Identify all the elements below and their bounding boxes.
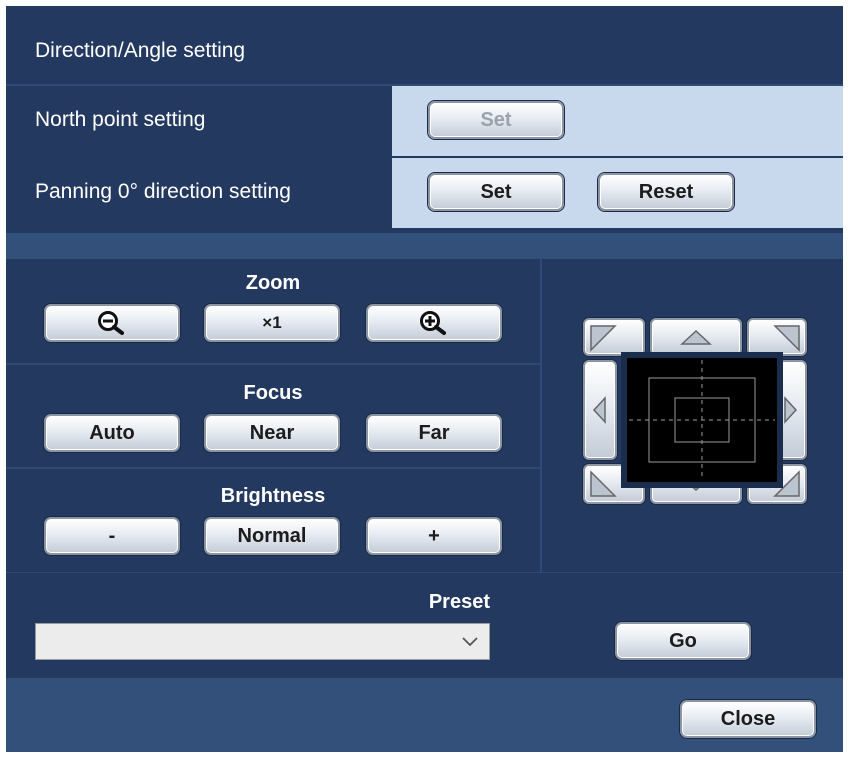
separator-band bbox=[6, 233, 843, 259]
brightness-label: Brightness bbox=[220, 485, 326, 507]
brightness-minus-button[interactable]: - bbox=[44, 517, 180, 555]
north-point-row-value: Set bbox=[392, 86, 843, 156]
north-point-set-button[interactable]: Set bbox=[428, 101, 564, 139]
brightness-plus-label: + bbox=[428, 524, 440, 547]
up-right-icon bbox=[773, 325, 800, 352]
preset-label: Preset bbox=[428, 591, 490, 613]
zoom-label: Zoom bbox=[245, 272, 301, 294]
focus-near-button[interactable]: Near bbox=[204, 414, 340, 452]
vertical-divider bbox=[540, 259, 542, 573]
panning-reset-label: Reset bbox=[638, 180, 694, 203]
zoom-in-button[interactable] bbox=[366, 304, 502, 342]
zoom-out-icon bbox=[98, 311, 124, 335]
panning-row-label: Panning 0° direction setting bbox=[6, 158, 390, 228]
left-icon bbox=[592, 396, 606, 424]
focus-brightness-divider bbox=[6, 467, 540, 469]
dialog-title: Direction/Angle setting bbox=[35, 39, 246, 62]
zoom-reset-button[interactable]: ×1 bbox=[204, 304, 340, 342]
preset-go-button[interactable]: Go bbox=[615, 622, 751, 660]
brightness-plus-button[interactable]: + bbox=[366, 517, 502, 555]
focus-far-label: Far bbox=[418, 421, 450, 444]
pan-left-button[interactable] bbox=[583, 360, 617, 460]
focus-near-label: Near bbox=[249, 421, 295, 444]
zoom-in-icon bbox=[420, 311, 446, 335]
pan-up-left-button[interactable] bbox=[583, 318, 645, 356]
panning-label: Panning 0° direction setting bbox=[35, 180, 291, 203]
brightness-minus-label: - bbox=[108, 524, 116, 547]
pan-tilt-touch-area[interactable] bbox=[621, 352, 783, 488]
panning-set-button[interactable]: Set bbox=[428, 173, 564, 211]
north-point-label: North point setting bbox=[35, 108, 206, 131]
zoom-reset-label: ×1 bbox=[262, 313, 282, 332]
chevron-down-icon bbox=[462, 637, 478, 647]
close-label: Close bbox=[720, 707, 776, 730]
pan-up-button[interactable] bbox=[650, 318, 742, 356]
zoom-out-button[interactable] bbox=[44, 304, 180, 342]
panning-row-value: Set Reset bbox=[392, 158, 843, 228]
pan-up-right-button[interactable] bbox=[747, 318, 807, 356]
close-button[interactable]: Close bbox=[680, 700, 816, 738]
preset-go-label: Go bbox=[669, 629, 697, 652]
dialog-title-bar: Direction/Angle setting bbox=[6, 6, 843, 86]
focus-auto-label: Auto bbox=[89, 421, 135, 444]
up-left-icon bbox=[590, 325, 617, 352]
north-point-row-label: North point setting bbox=[6, 86, 390, 156]
panning-set-label: Set bbox=[480, 180, 512, 203]
focus-auto-button[interactable]: Auto bbox=[44, 414, 180, 452]
focus-label: Focus bbox=[243, 382, 303, 404]
preset-select[interactable] bbox=[35, 623, 490, 660]
north-point-set-label: Set bbox=[480, 108, 512, 131]
brightness-normal-button[interactable]: Normal bbox=[204, 517, 340, 555]
brightness-normal-label: Normal bbox=[237, 524, 307, 547]
focus-far-button[interactable]: Far bbox=[366, 414, 502, 452]
panning-reset-button[interactable]: Reset bbox=[598, 173, 734, 211]
viewfinder-icon bbox=[629, 360, 775, 480]
up-icon bbox=[680, 329, 712, 345]
direction-angle-dialog: Direction/Angle setting North point sett… bbox=[6, 6, 843, 752]
zoom-focus-divider bbox=[6, 363, 540, 365]
